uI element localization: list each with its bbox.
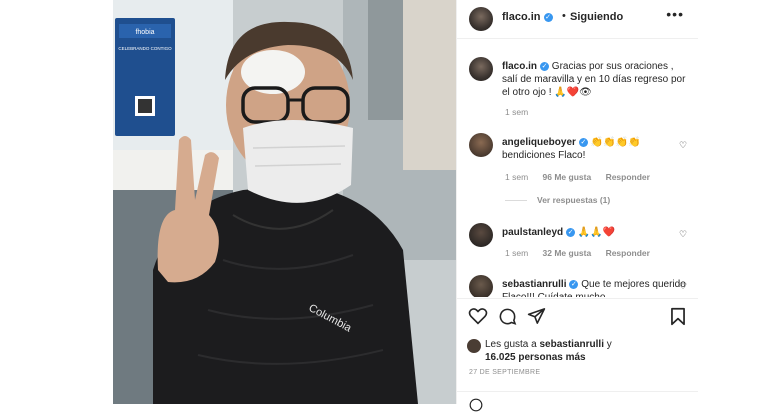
caption-username[interactable]: flaco.in (502, 61, 537, 72)
verified-icon: ✓ (543, 12, 553, 22)
display-text: CELEBRANDO CONTIGO (118, 46, 172, 51)
caption-avatar[interactable] (469, 57, 493, 81)
caption-time[interactable]: 1 sem (505, 107, 528, 117)
commenter-avatar[interactable] (469, 275, 493, 297)
view-replies-button[interactable]: Ver respuestas (1) (505, 195, 610, 205)
author-username-text[interactable]: flaco.in (502, 11, 541, 23)
comment-like-heart-icon[interactable]: ♡ (679, 281, 688, 291)
verified-icon: ✓ (578, 137, 588, 147)
replies-divider (505, 200, 527, 202)
actions-divider (457, 298, 698, 299)
post-actions (457, 303, 698, 331)
comment-likes[interactable]: 96 Me gusta (543, 172, 592, 182)
commenter-avatar[interactable] (469, 133, 493, 157)
comment-time[interactable]: 1 sem (505, 248, 528, 258)
comment-item: sebastianrulli✓ Que te mejores querido F… (457, 275, 698, 297)
comment-text: 🙏🙏❤️ (577, 227, 616, 238)
likes-joiner: y (606, 339, 612, 350)
comment-text-block: sebastianrulli✓ Que te mejores querido F… (502, 278, 690, 297)
caption: flaco.in ✓ Gracias por sus oraciones , sa… (457, 57, 698, 117)
heart-icon[interactable] (468, 307, 488, 325)
verified-icon: ✓ (569, 279, 579, 289)
commenter-username[interactable]: sebastianrulli (502, 279, 566, 290)
follow-status-button[interactable]: Siguiendo (570, 11, 623, 23)
more-icon[interactable]: ••• (666, 6, 684, 22)
author-username[interactable]: flaco.in ✓ (502, 11, 553, 23)
reply-button[interactable]: Responder (606, 172, 650, 182)
caption-text-block: flaco.in ✓ Gracias por sus oraciones , sa… (502, 60, 690, 99)
commenter-username[interactable]: angeliqueboyer (502, 137, 576, 148)
post-sidebar: flaco.in ✓ • Siguiendo ••• flaco.in ✓ Grac… (456, 0, 698, 412)
comment-item: angeliqueboyer ✓ 👏👏👏👏 bendiciones Flaco! … (457, 133, 698, 203)
separator-dot: • (562, 10, 566, 22)
comment-text-block: angeliqueboyer ✓ 👏👏👏👏 bendiciones Flaco! (502, 136, 690, 162)
add-comment-bar[interactable] (457, 393, 698, 412)
commenter-avatar[interactable] (469, 223, 493, 247)
author-avatar[interactable] (469, 7, 493, 31)
comment-box-divider (457, 391, 698, 392)
photo-illustration: fhobia CELEBRANDO CONTIGO Columbia (113, 0, 456, 404)
emoji-icon[interactable] (469, 398, 483, 412)
likes-prefix: Les gusta a (485, 339, 537, 350)
post-photo[interactable]: fhobia CELEBRANDO CONTIGO Columbia (113, 0, 456, 404)
share-icon[interactable] (527, 307, 546, 325)
comment-likes[interactable]: 32 Me gusta (543, 248, 592, 258)
caption-meta: 1 sem (505, 107, 540, 117)
comment-meta: 1 sem 96 Me gusta Responder (505, 172, 662, 182)
view-replies-label[interactable]: Ver respuestas (1) (537, 195, 610, 205)
comment-like-heart-icon[interactable]: ♡ (679, 229, 688, 239)
display-title: fhobia (135, 29, 154, 36)
comment-meta: 1 sem 32 Me gusta Responder (505, 248, 662, 258)
liker-avatar[interactable] (467, 339, 481, 353)
liker-username[interactable]: sebastianrulli (540, 339, 604, 350)
bookmark-icon[interactable] (670, 307, 686, 326)
reply-button[interactable]: Responder (606, 248, 650, 258)
post-header: flaco.in ✓ • Siguiendo ••• (457, 0, 698, 39)
commenter-username[interactable]: paulstanleyd (502, 227, 563, 238)
likes-count[interactable]: 16.025 personas más (485, 352, 586, 363)
comment-time[interactable]: 1 sem (505, 172, 528, 182)
verified-icon: ✓ (540, 61, 550, 71)
comment-text-block: paulstanleyd ✓ 🙏🙏❤️ (502, 226, 690, 239)
likes-text: Les gusta a sebastianrulli y 16.025 pers… (485, 338, 612, 364)
comment-item: paulstanleyd ✓ 🙏🙏❤️ ♡ 1 sem 32 Me gusta R… (457, 223, 698, 263)
comment-like-heart-icon[interactable]: ♡ (679, 140, 688, 150)
verified-icon: ✓ (566, 227, 576, 237)
post-date[interactable]: 27 DE SEPTIEMBRE (469, 369, 540, 376)
comment-icon[interactable] (498, 307, 517, 326)
